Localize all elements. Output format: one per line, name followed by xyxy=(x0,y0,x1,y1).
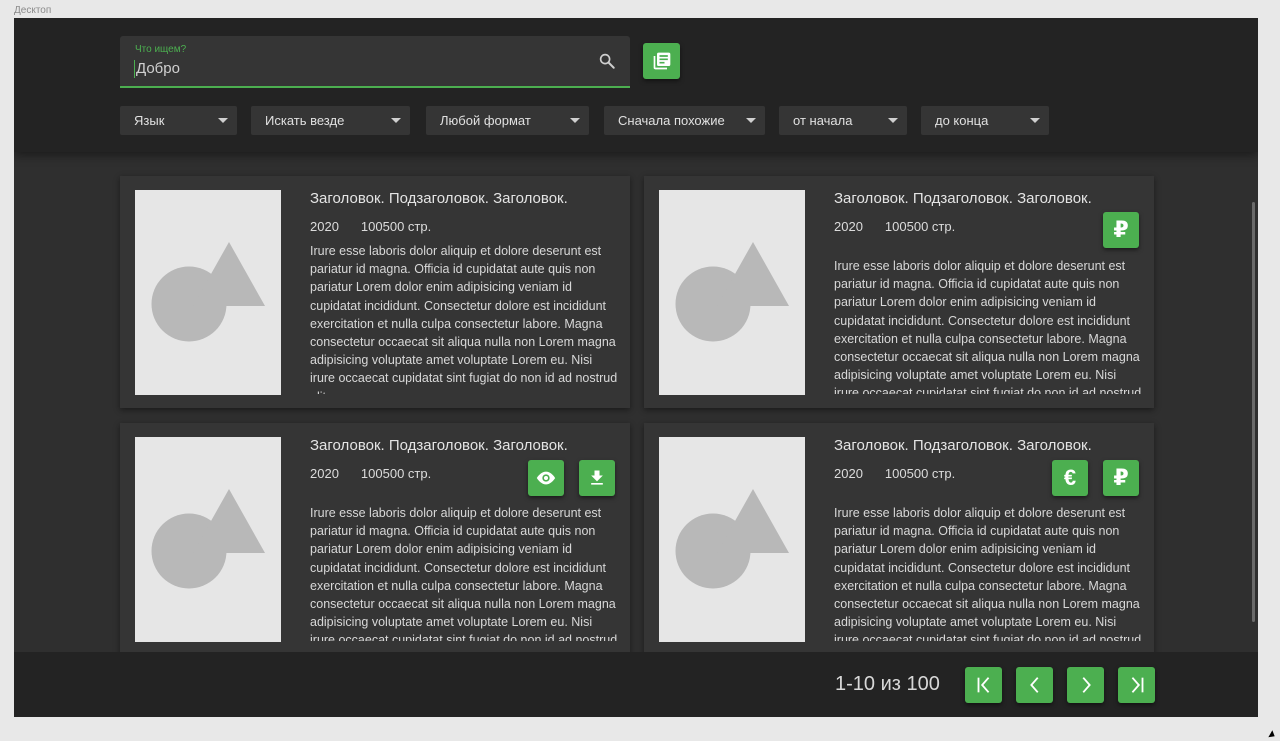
download-icon xyxy=(591,470,603,485)
euro-icon: € xyxy=(1063,465,1077,490)
book-cover-placeholder xyxy=(659,437,805,642)
last-page-button[interactable] xyxy=(1118,667,1155,703)
filter-format[interactable]: Любой формат xyxy=(426,106,589,135)
card-description: Irure esse laboris dolor aliquip et dolo… xyxy=(834,506,1142,641)
card-pages: 100500 стр. xyxy=(360,219,432,234)
card-pages: 100500 стр. xyxy=(884,219,956,234)
filter-label: до конца xyxy=(935,113,989,128)
result-card[interactable]: Заголовок. Подзаголовок. Заголовок. 2020… xyxy=(120,423,630,655)
last-page-icon xyxy=(1131,677,1143,693)
chevron-down-icon xyxy=(570,118,580,123)
mouse-cursor-icon xyxy=(1268,730,1277,740)
search-icon[interactable] xyxy=(598,52,616,70)
image-placeholder-icon xyxy=(675,242,789,342)
first-page-icon xyxy=(977,677,989,693)
search-input[interactable]: Что ищем? Добро xyxy=(120,36,630,88)
filter-from[interactable]: от начала xyxy=(779,106,907,135)
chevron-down-icon xyxy=(746,118,756,123)
filter-to[interactable]: до конца xyxy=(921,106,1049,135)
card-year: 2020 xyxy=(834,466,863,481)
filter-sort[interactable]: Сначала похожие xyxy=(604,106,765,135)
eye-icon xyxy=(536,471,556,485)
buy-button[interactable]: ₽ xyxy=(1103,460,1139,496)
filter-label: Искать везде xyxy=(265,113,345,128)
search-label: Что ищем? xyxy=(135,44,187,55)
header: Что ищем? Добро Язык Искать везде Любой … xyxy=(14,18,1258,152)
card-title[interactable]: Заголовок. Подзаголовок. Заголовок. xyxy=(310,190,568,207)
download-button[interactable] xyxy=(579,460,615,496)
image-placeholder-icon xyxy=(675,489,789,589)
card-title[interactable]: Заголовок. Подзаголовок. Заголовок. xyxy=(310,437,568,454)
card-pages: 100500 стр. xyxy=(360,466,432,481)
chevron-down-icon xyxy=(888,118,898,123)
pagination-bar: 1-10 из 100 xyxy=(14,652,1258,717)
scrollbar[interactable] xyxy=(1252,202,1255,622)
card-title[interactable]: Заголовок. Подзаголовок. Заголовок. xyxy=(834,437,1092,454)
preview-button[interactable] xyxy=(528,460,564,496)
catalog-button[interactable] xyxy=(643,43,680,79)
frame-label: Десктоп xyxy=(14,5,52,16)
book-cover-placeholder xyxy=(135,190,281,395)
buy-euro-button[interactable]: € xyxy=(1052,460,1088,496)
search-value[interactable]: Добро xyxy=(134,60,180,78)
chevron-down-icon xyxy=(391,118,401,123)
ruble-icon: ₽ xyxy=(1113,217,1129,242)
filter-label: Язык xyxy=(134,113,165,128)
card-meta: 2020 100500 стр. xyxy=(834,219,955,234)
filter-label: от начала xyxy=(793,113,853,128)
buy-button[interactable]: ₽ xyxy=(1103,212,1139,248)
card-year: 2020 xyxy=(310,219,339,234)
filter-language[interactable]: Язык xyxy=(120,106,237,135)
chevron-down-icon xyxy=(218,118,228,123)
card-description: Irure esse laboris dolor aliquip et dolo… xyxy=(310,244,618,394)
card-description: Irure esse laboris dolor aliquip et dolo… xyxy=(834,259,1142,394)
card-meta: 2020 100500 стр. xyxy=(310,219,431,234)
image-placeholder-icon xyxy=(151,242,265,342)
image-placeholder-icon xyxy=(151,489,265,589)
card-description: Irure esse laboris dolor aliquip et dolo… xyxy=(310,506,618,641)
card-meta: 2020 100500 стр. xyxy=(834,466,955,481)
book-cover-placeholder xyxy=(659,190,805,395)
card-pages: 100500 стр. xyxy=(884,466,956,481)
result-card[interactable]: Заголовок. Подзаголовок. Заголовок. 2020… xyxy=(120,176,630,408)
prev-page-button[interactable] xyxy=(1016,667,1053,703)
result-card[interactable]: Заголовок. Подзаголовок. Заголовок. 2020… xyxy=(644,423,1154,655)
chevron-down-icon xyxy=(1030,118,1040,123)
filter-scope[interactable]: Искать везде xyxy=(251,106,410,135)
desktop-frame: Что ищем? Добро Язык Искать везде Любой … xyxy=(14,18,1258,717)
filter-label: Сначала похожие xyxy=(618,113,725,128)
filter-label: Любой формат xyxy=(440,113,531,128)
pagination-info: 1-10 из 100 xyxy=(835,673,940,695)
library-books-icon xyxy=(653,52,670,70)
card-year: 2020 xyxy=(310,466,339,481)
ruble-icon: ₽ xyxy=(1113,465,1129,490)
book-cover-placeholder xyxy=(135,437,281,642)
card-title[interactable]: Заголовок. Подзаголовок. Заголовок. xyxy=(834,190,1092,207)
prev-page-icon xyxy=(1029,677,1038,693)
card-meta: 2020 100500 стр. xyxy=(310,466,431,481)
next-page-icon xyxy=(1082,677,1091,693)
result-card[interactable]: Заголовок. Подзаголовок. Заголовок. 2020… xyxy=(644,176,1154,408)
card-year: 2020 xyxy=(834,219,863,234)
first-page-button[interactable] xyxy=(965,667,1002,703)
next-page-button[interactable] xyxy=(1067,667,1104,703)
